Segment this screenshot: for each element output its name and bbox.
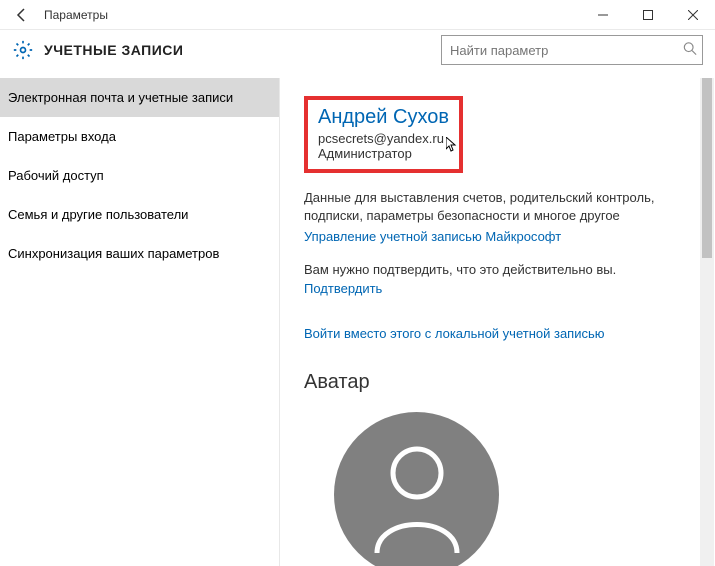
confirm-link[interactable]: Подтвердить [304,281,382,296]
scrollbar-thumb[interactable] [702,78,712,258]
sidebar: Электронная почта и учетные записи Парам… [0,78,280,566]
body-area: Электронная почта и учетные записи Парам… [0,78,715,566]
sidebar-item-sync-settings[interactable]: Синхронизация ваших параметров [0,234,279,273]
user-role: Администратор [318,146,449,161]
user-info-box: Андрей Сухов pcsecrets@yandex.ru Админис… [304,96,463,173]
minimize-button[interactable] [580,0,625,30]
back-button[interactable] [8,1,36,29]
sidebar-item-signin-options[interactable]: Параметры входа [0,117,279,156]
content: Андрей Сухов pcsecrets@yandex.ru Админис… [280,78,715,566]
sidebar-item-email-accounts[interactable]: Электронная почта и учетные записи [0,78,279,117]
confirm-text: Вам нужно подтвердить, что это действите… [304,262,693,277]
avatar [334,412,499,566]
manage-account-link[interactable]: Управление учетной записью Майкрософт [304,229,561,244]
billing-description: Данные для выставления счетов, родительс… [304,189,674,225]
search-icon[interactable] [683,42,697,59]
user-name: Андрей Сухов [318,106,449,129]
header: УЧЕТНЫЕ ЗАПИСИ [0,30,715,78]
maximize-button[interactable] [625,0,670,30]
avatar-section-title: Аватар [304,371,693,394]
scrollbar[interactable] [700,78,714,566]
titlebar: Параметры [0,0,715,30]
page-title: УЧЕТНЫЕ ЗАПИСИ [44,42,183,58]
cursor-icon [446,137,458,156]
window-controls [580,0,715,30]
sidebar-item-work-access[interactable]: Рабочий доступ [0,156,279,195]
local-account-link[interactable]: Войти вместо этого с локальной учетной з… [304,326,605,341]
user-email: pcsecrets@yandex.ru [318,131,449,146]
sidebar-item-family-users[interactable]: Семья и другие пользователи [0,195,279,234]
search-input[interactable] [441,35,703,65]
close-button[interactable] [670,0,715,30]
search-wrap [441,35,703,65]
window-title: Параметры [44,8,108,22]
gear-icon [12,39,34,61]
